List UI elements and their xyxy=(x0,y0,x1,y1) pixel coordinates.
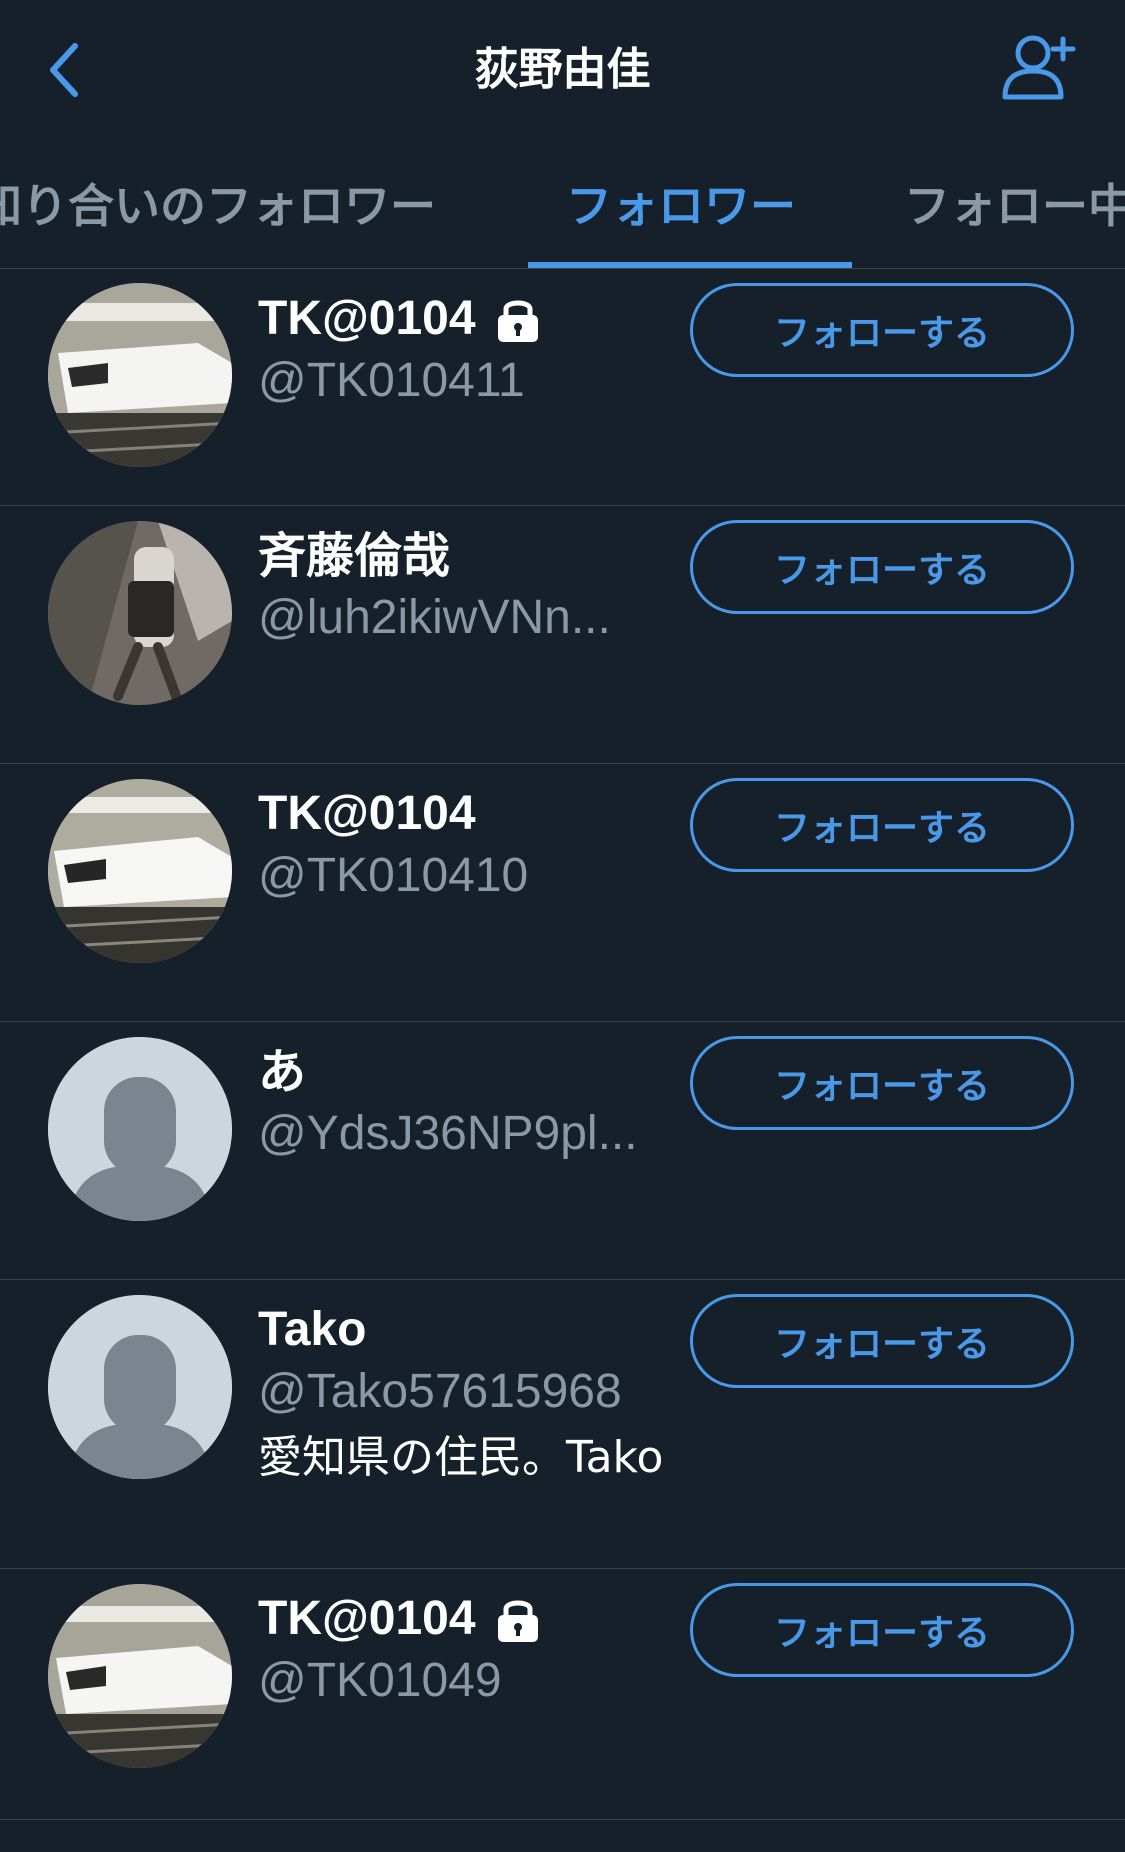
follow-button[interactable]: フォローする xyxy=(690,778,1074,872)
list-item[interactable]: TK@0104 @TK010411 フォローする xyxy=(0,269,1125,506)
follower-name-text: TK@0104 xyxy=(258,787,476,840)
list-item[interactable]: あ @YdsJ36NP9pl... フォローする xyxy=(0,1022,1125,1280)
tab-followers[interactable]: フォロワー xyxy=(566,174,796,238)
tab-mutual-followers[interactable]: 知り合いのフォロワー xyxy=(0,174,436,238)
train-photo-icon xyxy=(48,1584,232,1768)
follower-handle: @luh2ikiwVNn... xyxy=(258,591,611,644)
follow-button[interactable]: フォローする xyxy=(690,520,1074,614)
follower-name-text: TK@0104 xyxy=(258,1592,476,1645)
follower-handle: @YdsJ36NP9pl... xyxy=(258,1107,638,1160)
list-item[interactable]: TK@0104 @TK01049 フォローする xyxy=(0,1569,1125,1820)
follower-name-text: Tako xyxy=(258,1303,367,1356)
default-avatar-icon xyxy=(48,1295,232,1479)
follower-name: Tako xyxy=(258,1298,366,1362)
tab-bar: 知り合いのフォロワー フォロワー フォロー中 xyxy=(0,140,1125,269)
follower-name: TK@0104 xyxy=(258,782,476,846)
train-photo-icon xyxy=(48,779,232,963)
follower-name: 斉藤倫哉 xyxy=(258,524,450,588)
active-tab-indicator xyxy=(528,262,852,268)
follower-name-text: TK@0104 xyxy=(258,292,476,345)
default-avatar-icon xyxy=(48,1037,232,1221)
add-user-icon xyxy=(1002,35,1076,100)
follower-bio: 愛知県の住民。Tako xyxy=(258,1432,664,1483)
avatar xyxy=(48,779,232,963)
follow-button[interactable]: フォローする xyxy=(690,1583,1074,1677)
add-user-button[interactable] xyxy=(990,22,1090,112)
follower-list: TK@0104 @TK010411 フォローする 斉藤倫哉 @luh2ikiwV… xyxy=(0,269,1125,1820)
lock-icon xyxy=(494,1596,542,1642)
follower-handle: @Tako57615968 xyxy=(258,1365,622,1418)
page-title: 荻野由佳 xyxy=(474,44,651,95)
follower-handle: @TK010410 xyxy=(258,849,529,902)
follower-name: TK@0104 xyxy=(258,1587,542,1651)
follower-handle: @TK010411 xyxy=(258,354,525,407)
follower-name: あ xyxy=(258,1040,306,1104)
avatar xyxy=(48,1295,232,1479)
follower-name-text: あ xyxy=(258,1044,307,1100)
train-photo-icon xyxy=(48,283,232,467)
navigation-bar: 荻野由佳 xyxy=(0,0,1125,140)
avatar xyxy=(48,1584,232,1768)
list-item[interactable]: Tako @Tako57615968 愛知県の住民。Tako フォローする xyxy=(0,1280,1125,1569)
follow-button[interactable]: フォローする xyxy=(690,1294,1074,1388)
lock-icon xyxy=(494,296,542,342)
follower-handle: @TK01049 xyxy=(258,1654,502,1707)
tab-following[interactable]: フォロー中 xyxy=(904,174,1125,238)
follower-name: TK@0104 xyxy=(258,287,542,351)
avatar xyxy=(48,521,232,705)
follow-button[interactable]: フォローする xyxy=(690,1036,1074,1130)
avatar xyxy=(48,283,232,467)
list-item[interactable]: TK@0104 @TK010410 フォローする xyxy=(0,764,1125,1022)
follow-button[interactable]: フォローする xyxy=(690,283,1074,377)
follower-name-text: 斉藤倫哉 xyxy=(258,528,451,584)
street-photo-icon xyxy=(48,521,232,705)
avatar xyxy=(48,1037,232,1221)
list-item[interactable]: 斉藤倫哉 @luh2ikiwVNn... フォローする xyxy=(0,506,1125,764)
